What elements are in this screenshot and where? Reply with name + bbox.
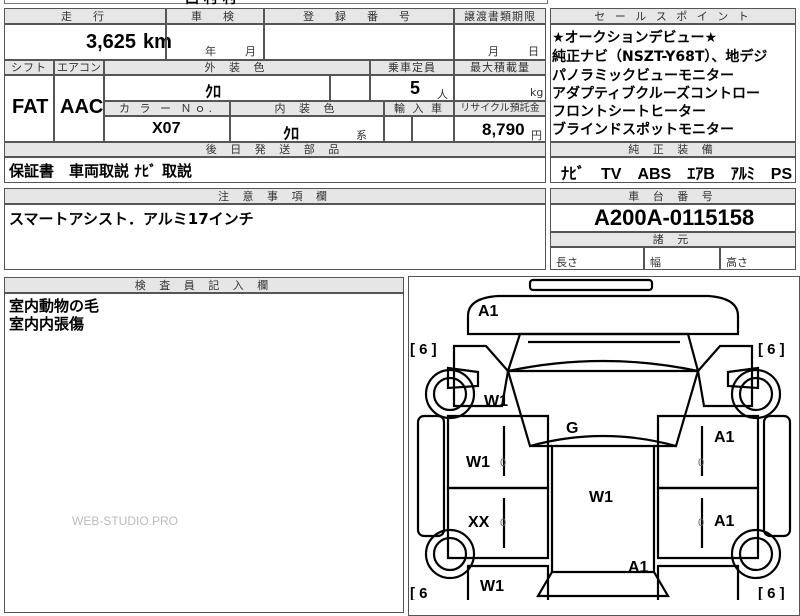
exterior-color-subcell: [330, 75, 370, 101]
inspection-header: 車 検: [166, 8, 264, 24]
aircon-header: エアコン: [54, 60, 104, 75]
mark-w1-roof: W1: [589, 489, 613, 506]
mileage-cell: [4, 24, 166, 60]
transfer-month: 月: [488, 45, 499, 58]
sales-points-header: セ ー ル ス ポ イ ン ト: [550, 8, 796, 24]
sales-point-1: ★オークションデビュー★: [552, 30, 718, 46]
mark-a1-front-right: A1: [714, 429, 735, 446]
mark-w1-front-left: W1: [484, 393, 508, 410]
mileage-value: 3,625: [86, 31, 137, 53]
capacity-header: 乗車定員: [370, 60, 454, 75]
notes-value: スマートアシスト．アルミ17インチ: [9, 210, 254, 228]
tire-fl: [ 6 ]: [410, 341, 437, 358]
small-mark-c: 0: [500, 517, 506, 529]
small-mark-a: 0: [500, 457, 506, 469]
equipment-value: ﾅﾋﾞ TV ABS ｴｱB ｱﾙﾐ PS PW: [561, 166, 793, 183]
inspector-header: 検 査 員 記 入 欄: [4, 277, 404, 293]
transfer-deadline-header: 譲渡書類期限: [454, 8, 546, 24]
sales-point-3: パノラミックビューモニター: [552, 68, 734, 84]
exterior-color-header: 外 装 色: [104, 60, 370, 75]
import-car-cell: [384, 116, 412, 142]
max-load-header: 最大積載量: [454, 60, 546, 75]
tire-fr: [ 6 ]: [758, 341, 785, 358]
color-no-value: X07: [152, 120, 181, 137]
later-parts-value: 保証書 車両取説 ﾅﾋﾞ 取説: [9, 162, 192, 180]
mark-w1-front-door-left: W1: [466, 454, 490, 471]
later-parts-header: 後 日 発 送 部 品: [4, 142, 546, 157]
tire-rl: [ 6: [410, 585, 428, 600]
tire-rr: [ 6 ]: [758, 585, 785, 600]
interior-color-value: ｸﾛ: [283, 126, 300, 143]
small-mark-d: 0: [698, 517, 704, 529]
small-mark-b: 0: [698, 457, 704, 469]
top-strip: [4, 0, 548, 4]
car-diagram: A1 W1 G A1 W1 W1 XX A1 A1 W1 [ 6 ] [ 6 ]…: [410, 278, 792, 600]
chassis-value: A200A-0115158: [594, 205, 755, 230]
capacity-value: 5: [410, 78, 421, 98]
shift-value: FAT: [12, 96, 49, 118]
recycle-unit: 円: [531, 129, 542, 142]
registration-cell: [264, 24, 454, 60]
color-no-header: カ ラ ー Ｎｏ.: [104, 101, 230, 116]
import-car-cell-2: [412, 116, 454, 142]
dimensions-length: 長さ: [556, 256, 578, 269]
mark-w1-rear-left: W1: [480, 578, 504, 595]
inspection-month: 月: [245, 45, 256, 58]
interior-color-header: 内 装 色: [230, 101, 384, 116]
exterior-color-value: ｸﾛ: [205, 84, 222, 101]
interior-color-suffix: 系: [356, 129, 367, 142]
max-load-unit: kg: [530, 86, 544, 99]
capacity-unit: 人: [437, 88, 448, 101]
top-partial-text: 西 村 村: [185, 0, 237, 8]
inspector-cell: [4, 293, 404, 613]
inspection-year: 年: [205, 45, 216, 58]
mark-a1-top: A1: [478, 303, 499, 320]
registration-header: 登 録 番 号: [264, 8, 454, 24]
watermark: WEB-STUDIO.PRO: [72, 514, 179, 528]
dimensions-height: 高さ: [726, 256, 748, 269]
sales-point-5: フロントシートヒーター: [552, 104, 706, 120]
aircon-value: AAC: [60, 96, 104, 118]
transfer-day: 日: [528, 45, 539, 58]
recycle-header: リサイクル預託金: [454, 101, 546, 116]
mark-a1-rear-door-right: A1: [714, 513, 735, 530]
mark-xx-rear-door-left: XX: [468, 514, 490, 531]
recycle-value: 8,790: [482, 120, 525, 139]
mileage-header: 走 行: [4, 8, 166, 24]
sales-point-2: 純正ナビ（NSZT-Y68T）、地デジ: [552, 49, 768, 65]
dimensions-header: 諸 元: [550, 232, 796, 247]
notes-header: 注 意 事 項 欄: [4, 188, 546, 204]
inspector-line-2: 室内内張傷: [9, 315, 85, 333]
chassis-header: 車 台 番 号: [550, 188, 796, 204]
dimensions-width: 幅: [650, 256, 661, 269]
sales-point-6: ブラインドスポットモニター: [552, 122, 734, 138]
equipment-header: 純 正 装 備: [550, 142, 796, 157]
import-car-header: 輸 入 車: [384, 101, 454, 116]
shift-header: シフト: [4, 60, 54, 75]
mark-a1-rear: A1: [628, 559, 649, 576]
sales-point-4: アダプティブクルーズコントロー: [552, 86, 761, 102]
mark-g-windshield: G: [566, 420, 578, 437]
